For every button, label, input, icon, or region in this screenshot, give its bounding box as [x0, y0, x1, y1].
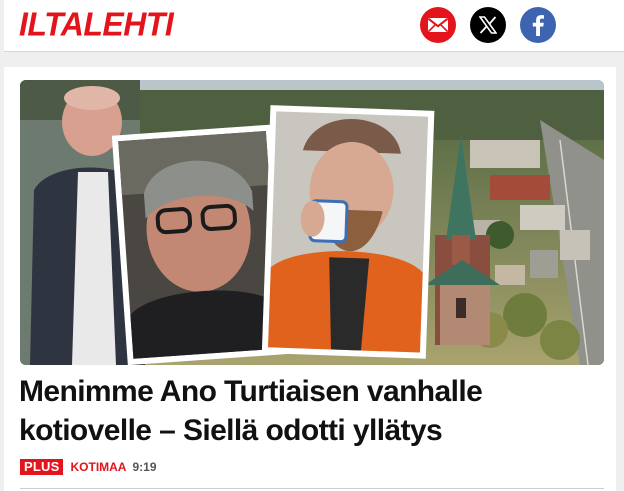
share-email-button[interactable] — [420, 7, 456, 43]
section-link[interactable]: KOTIMAA — [70, 460, 126, 474]
share-x-button[interactable] — [470, 7, 506, 43]
article-meta: PLUS KOTIMAA 9:19 — [20, 459, 157, 475]
envelope-icon — [427, 18, 449, 33]
article-hero-image[interactable] — [20, 80, 604, 365]
site-header: ILTALEHTI — [4, 0, 624, 52]
article-card[interactable]: Menimme Ano Turtiaisen vanhalle kotiovel… — [4, 67, 616, 491]
x-logo-icon — [479, 16, 497, 34]
publish-time: 9:19 — [132, 460, 157, 474]
divider — [20, 488, 604, 489]
plus-badge: PLUS — [20, 459, 64, 475]
share-facebook-button[interactable] — [520, 7, 556, 43]
facebook-f-icon — [532, 15, 544, 36]
iltalehti-logo[interactable]: ILTALEHTI — [19, 3, 174, 45]
hero-photo-collage — [20, 80, 604, 365]
article-headline[interactable]: Menimme Ano Turtiaisen vanhalle kotiovel… — [19, 372, 609, 450]
